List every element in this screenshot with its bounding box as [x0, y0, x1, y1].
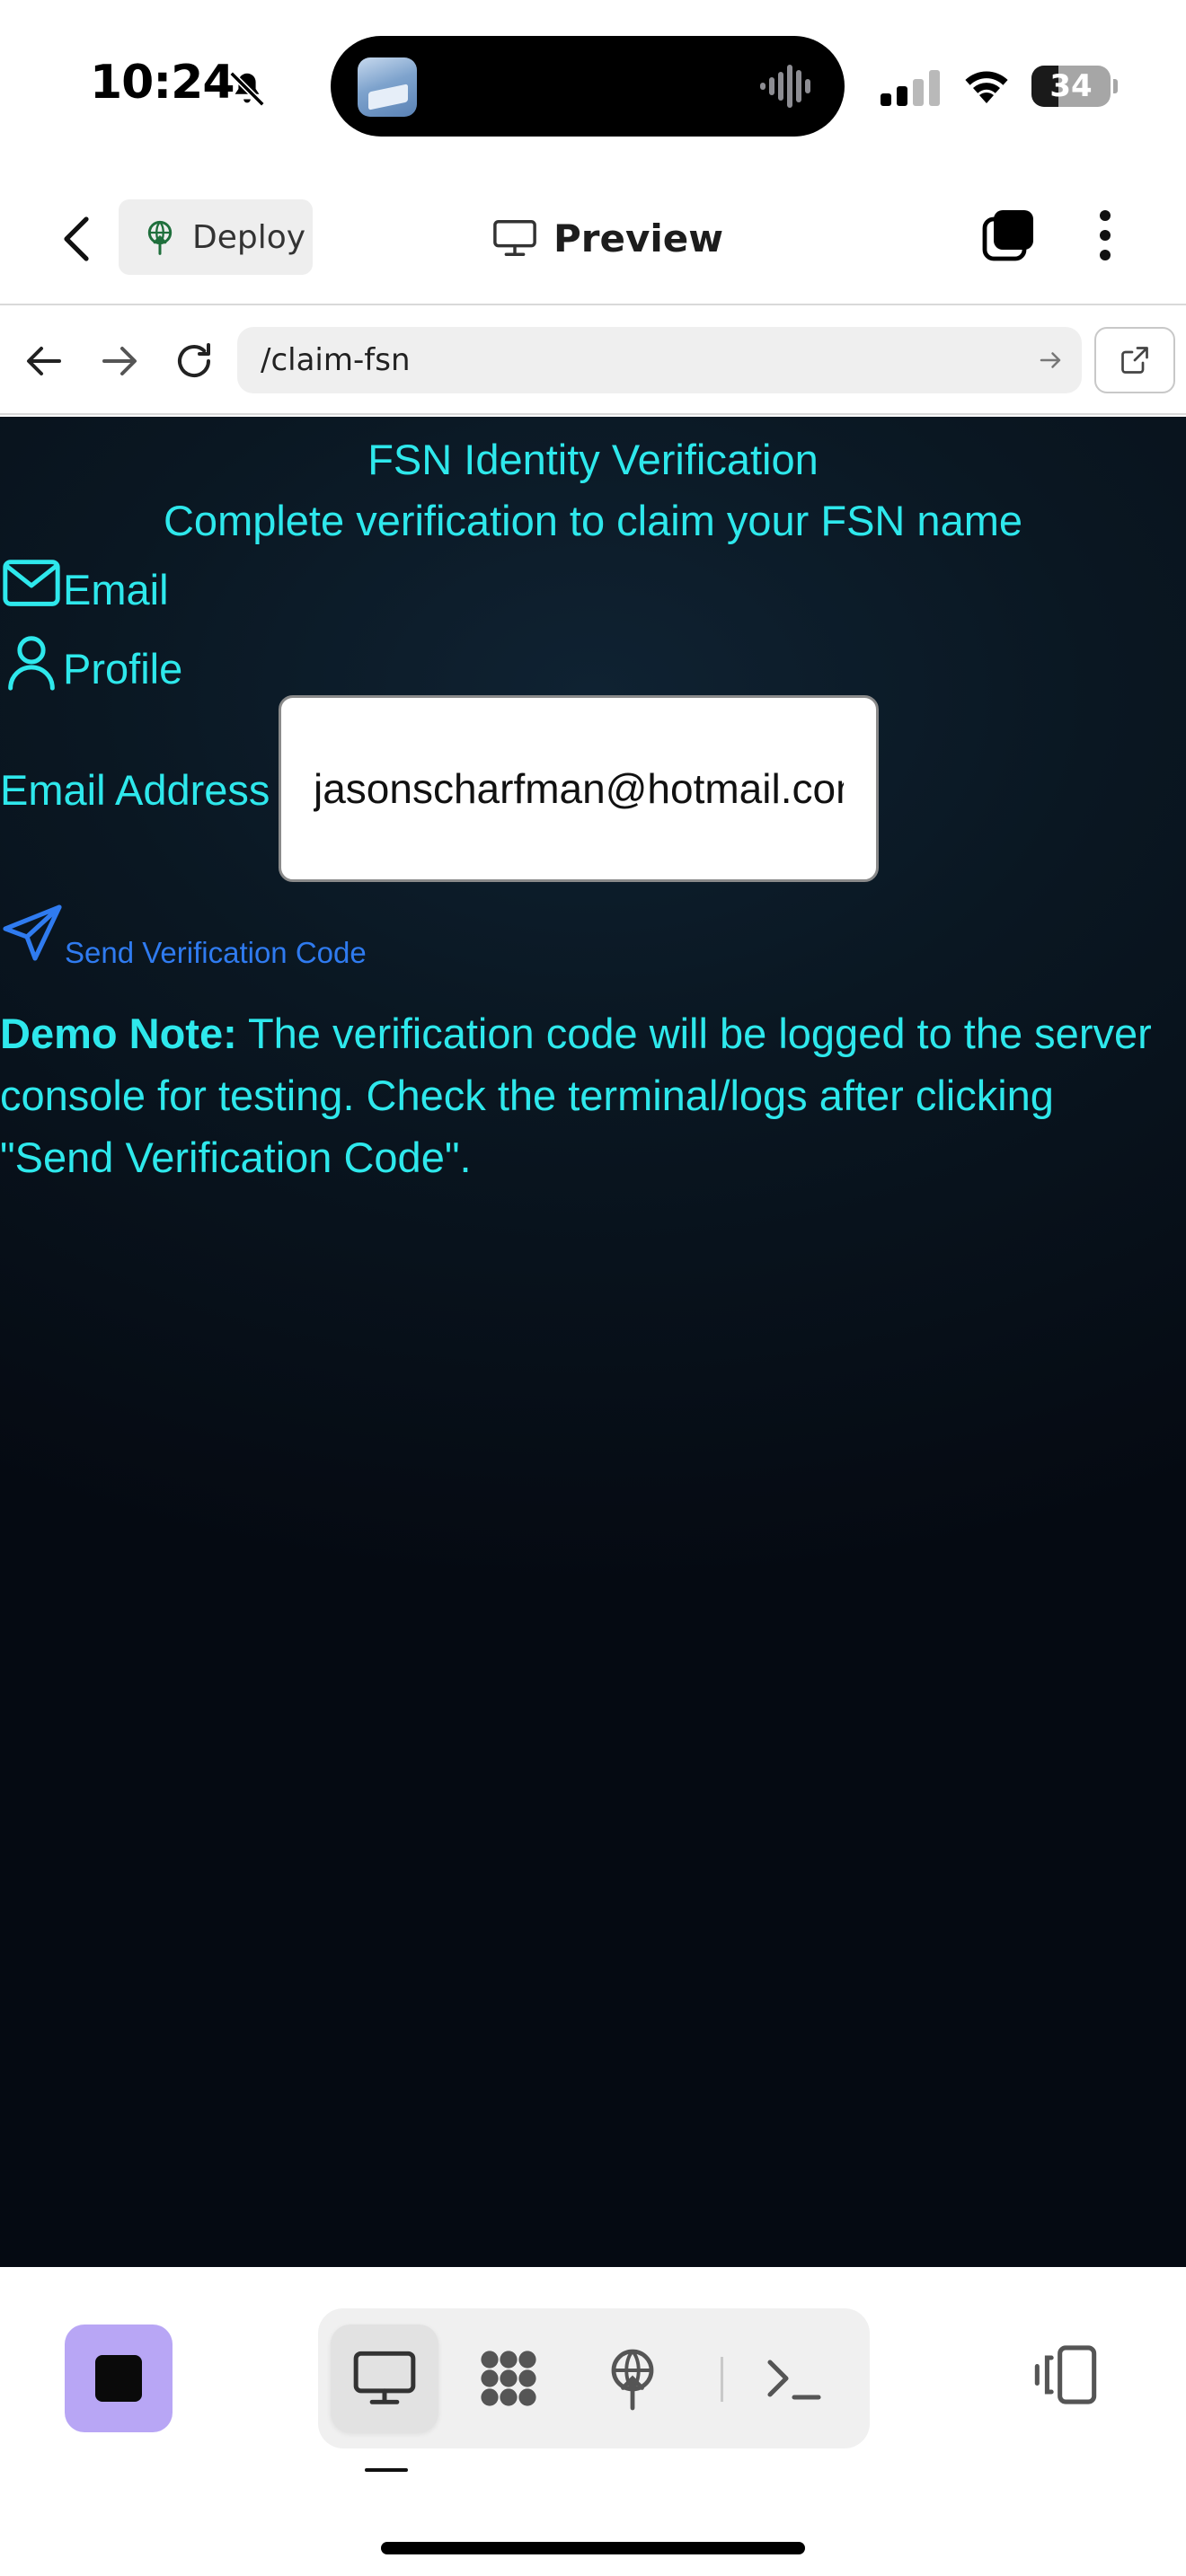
dynamic-island — [331, 36, 845, 137]
external-link-icon — [1121, 347, 1148, 374]
mail-icon — [3, 560, 60, 606]
tool-shell[interactable] — [740, 2325, 848, 2432]
deploy-button[interactable]: Deploy — [119, 199, 313, 275]
terminal-icon — [767, 2360, 821, 2400]
arrow-left-icon[interactable] — [23, 340, 66, 383]
tab-email[interactable]: Email — [0, 543, 169, 614]
battery-indicator: 34 — [1031, 66, 1118, 107]
more-vertical-icon[interactable] — [1087, 207, 1123, 264]
status-time: 10:24 — [90, 56, 235, 110]
monitor-icon — [353, 2351, 416, 2404]
demo-note-label: Demo Note: — [0, 1010, 237, 1057]
bell-off-icon — [229, 71, 265, 107]
status-bar: 10:24 34 — [0, 0, 1186, 171]
demo-note: Demo Note: The verification code will be… — [0, 1002, 1168, 1188]
app-header: Deploy Preview — [0, 171, 1186, 305]
stop-icon — [95, 2355, 142, 2402]
tabs-icon[interactable] — [979, 207, 1037, 264]
active-tool-indicator — [365, 2468, 408, 2472]
reload-icon[interactable] — [173, 340, 216, 383]
deploy-icon — [147, 220, 173, 255]
arrow-right-icon[interactable] — [97, 340, 140, 383]
page-title: FSN Identity Verification — [367, 436, 819, 483]
chevron-left-icon[interactable] — [56, 214, 99, 264]
bottom-toolbar — [0, 2267, 1186, 2576]
audio-waveform-icon — [760, 65, 810, 108]
send-verification-code-button[interactable]: Send Verification Code — [0, 902, 367, 969]
monitor-icon — [493, 220, 536, 256]
tool-deploy[interactable] — [579, 2325, 686, 2432]
preview-title: Preview — [492, 207, 723, 269]
preview-label: Preview — [553, 216, 724, 260]
now-playing-thumbnail — [358, 57, 417, 117]
url-bar: /claim-fsn — [0, 307, 1186, 415]
email-address-label: Email Address — [0, 766, 270, 814]
wifi-icon — [965, 71, 1008, 103]
tab-profile[interactable]: Profile — [0, 622, 182, 693]
stop-button[interactable] — [65, 2325, 173, 2432]
tool-switcher — [318, 2308, 870, 2448]
tool-preview[interactable] — [331, 2325, 438, 2432]
tool-divider — [721, 2357, 723, 2402]
web-preview-content: FSN Identity Verification Complete verif… — [0, 417, 1186, 2267]
send-verification-code-label: Send Verification Code — [65, 936, 367, 969]
panel-toggle-icon[interactable] — [1031, 2341, 1100, 2409]
open-external-button[interactable] — [1094, 327, 1175, 393]
page-subtitle: Complete verification to claim your FSN … — [163, 497, 1023, 544]
email-field[interactable] — [279, 695, 879, 882]
send-icon — [3, 904, 62, 961]
tab-profile-label: Profile — [63, 645, 183, 693]
url-path: /claim-fsn — [261, 342, 411, 378]
home-indicator — [381, 2542, 805, 2554]
cellular-signal-icon — [881, 70, 940, 106]
url-input[interactable]: /claim-fsn — [237, 327, 1082, 393]
user-icon — [8, 636, 55, 691]
battery-level: 34 — [1049, 68, 1093, 104]
grid-dots-icon — [481, 2351, 536, 2406]
tab-email-label: Email — [63, 566, 169, 613]
tool-workspace[interactable] — [455, 2325, 562, 2432]
deploy-label: Deploy — [192, 218, 306, 256]
go-arrow-icon[interactable] — [1037, 347, 1064, 374]
deploy-icon — [611, 2349, 654, 2411]
